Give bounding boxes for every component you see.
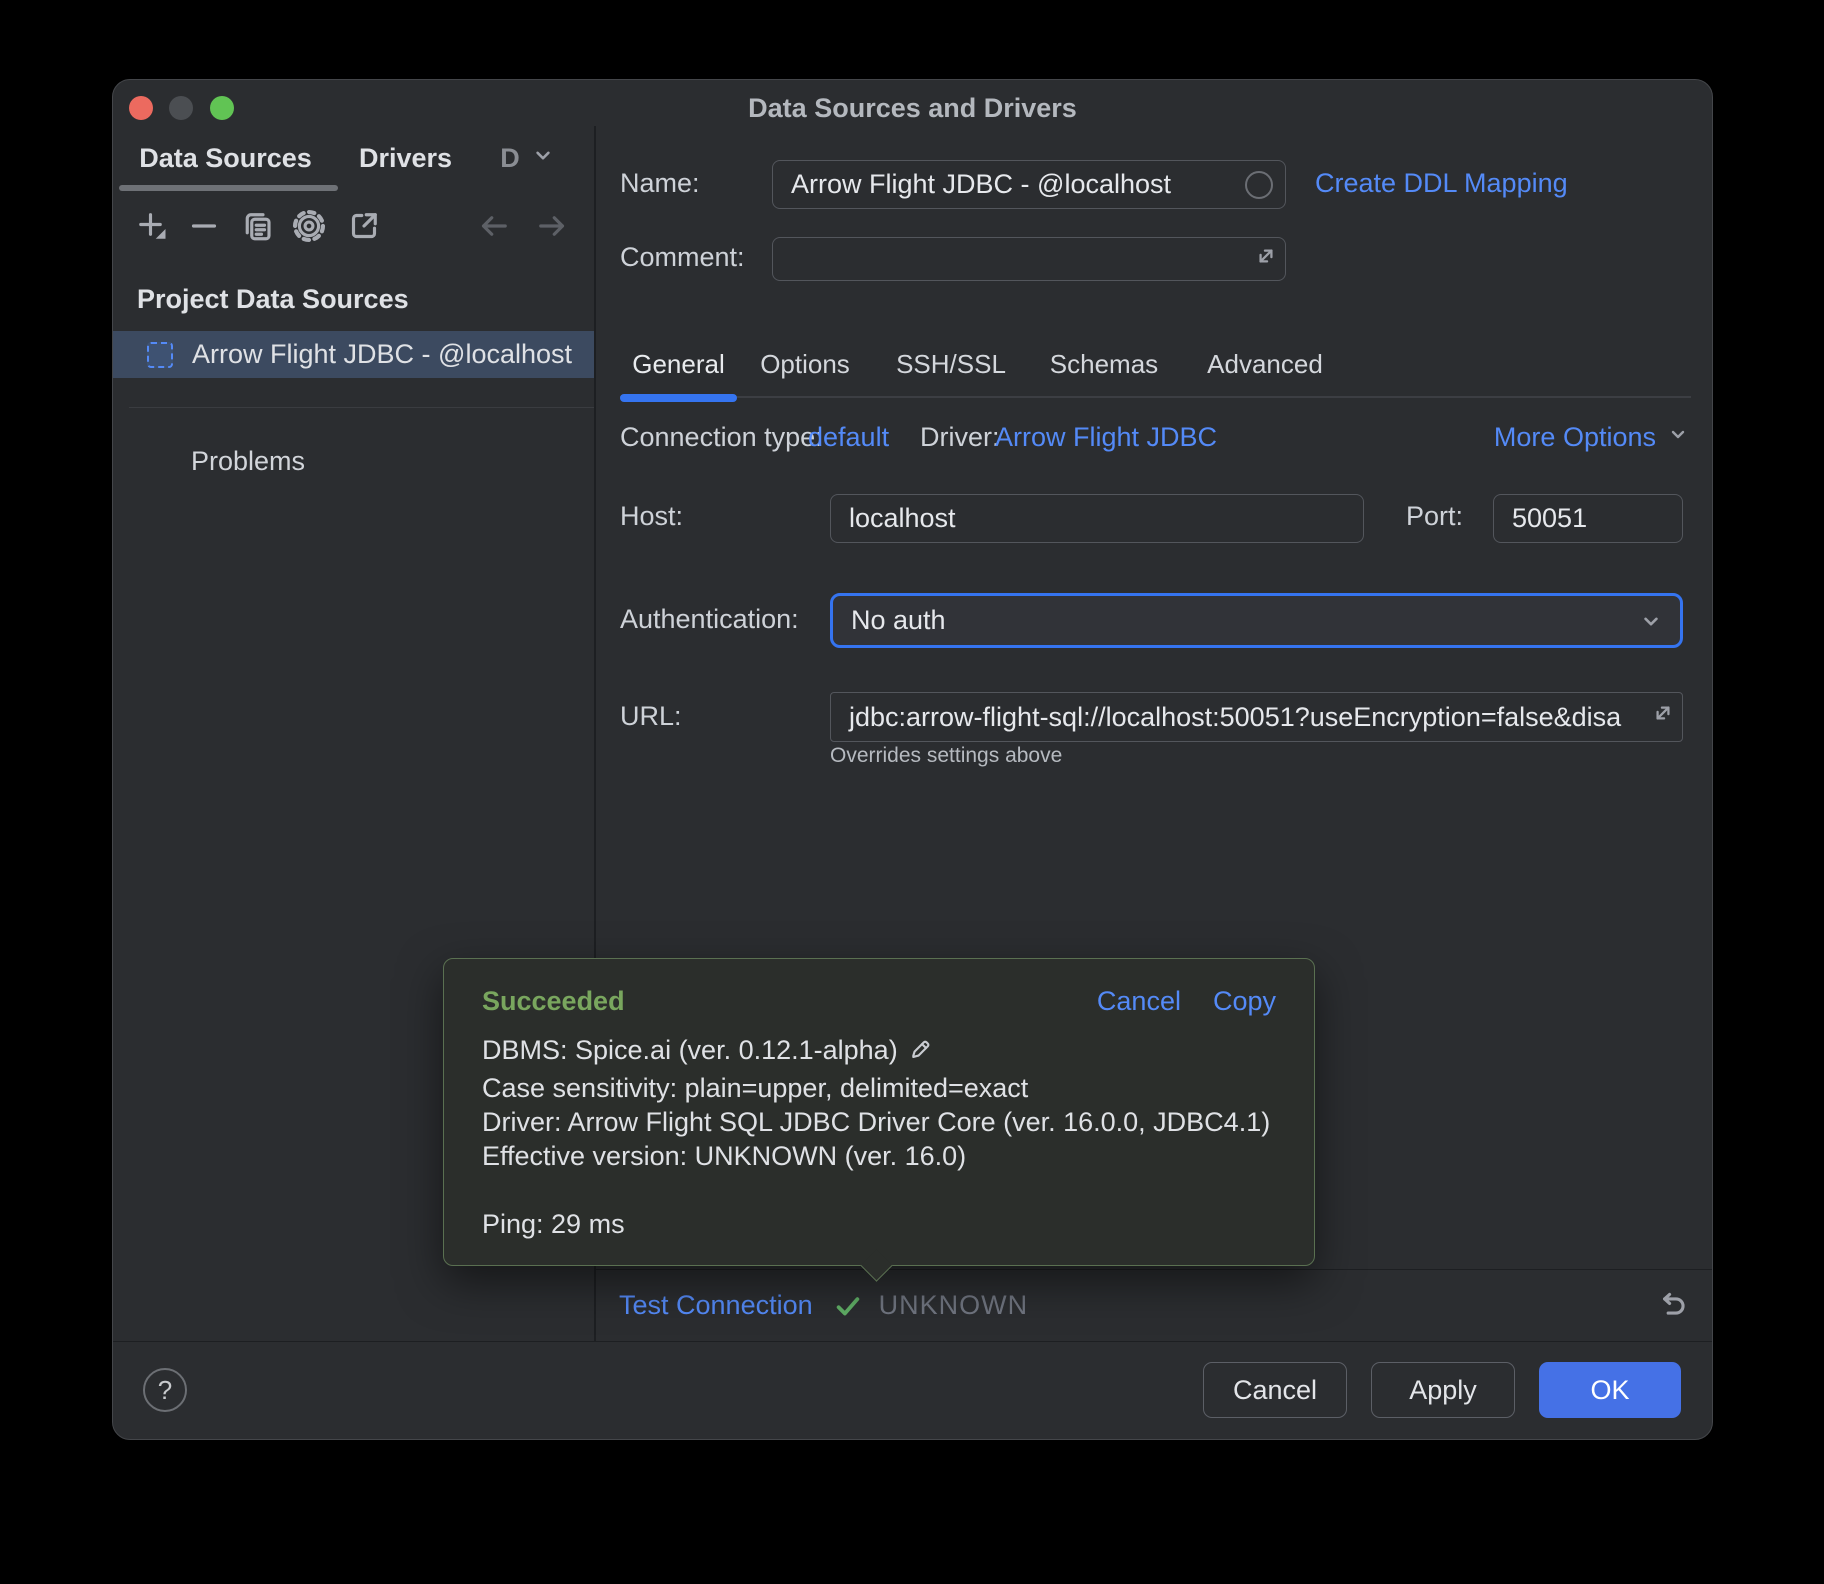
status-succeeded: Succeeded [482, 986, 625, 1017]
back-arrow-icon[interactable] [474, 206, 514, 246]
connection-type-value-link[interactable]: default [808, 422, 889, 453]
more-options-link[interactable]: More Options [1494, 422, 1690, 453]
port-label: Port: [1343, 501, 1463, 532]
url-hint: Overrides settings above [830, 744, 1062, 768]
tab-data-sources[interactable]: Data Sources [113, 126, 338, 190]
host-value: localhost [849, 503, 956, 534]
titlebar: Data Sources and Drivers [113, 80, 1712, 126]
popup-copy-link[interactable]: Copy [1213, 986, 1276, 1017]
port-input[interactable]: 50051 [1493, 494, 1683, 543]
url-label: URL: [620, 701, 682, 732]
duplicate-icon[interactable] [237, 206, 277, 246]
tab-ssh-ssl[interactable]: SSH/SSL [881, 349, 1021, 380]
host-input[interactable]: localhost [830, 494, 1364, 543]
tree-item-label: Arrow Flight JDBC - @localhost [192, 339, 572, 370]
sidebar-tab-strip: Data Sources Drivers D [113, 126, 594, 190]
tab-options[interactable]: Options [745, 349, 865, 380]
tab-drivers[interactable]: Drivers [338, 126, 473, 190]
cancel-button[interactable]: Cancel [1203, 1362, 1347, 1418]
popup-line-driver: Driver: Arrow Flight SQL JDBC Driver Cor… [482, 1105, 1276, 1139]
driver-label: Driver: [920, 422, 1000, 453]
create-ddl-mapping-link[interactable]: Create DDL Mapping [1315, 168, 1568, 199]
undo-icon[interactable] [1654, 1289, 1688, 1323]
checkmark-icon [833, 1291, 863, 1321]
comment-label: Comment: [620, 242, 745, 273]
dbms-text: DBMS: Spice.ai (ver. 0.12.1-alpha) [482, 1035, 898, 1065]
connection-status-text: UNKNOWN [879, 1290, 1029, 1321]
tab-schemas[interactable]: Schemas [1038, 349, 1170, 380]
window-title: Data Sources and Drivers [113, 93, 1712, 124]
test-connection-link[interactable]: Test Connection [619, 1290, 813, 1321]
sidebar-divider [129, 407, 594, 408]
export-icon[interactable] [344, 206, 384, 246]
host-label: Host: [620, 501, 683, 532]
sidebar-toolbar [113, 190, 594, 270]
port-value: 50051 [1512, 503, 1587, 534]
chevron-down-icon [1638, 608, 1664, 641]
ok-button[interactable]: OK [1539, 1362, 1681, 1418]
popup-line-ping: Ping: 29 ms [482, 1207, 1276, 1241]
active-settings-tab-indicator [620, 394, 737, 402]
url-value: jdbc:arrow-flight-sql://localhost:50051?… [849, 702, 1621, 733]
chevron-down-icon [530, 142, 556, 175]
settings-tab-strip: General Options SSH/SSL Schemas Advanced [620, 332, 1691, 398]
refresh-circle-icon [1245, 171, 1273, 199]
authentication-value: No auth [851, 605, 946, 636]
remove-icon[interactable] [184, 206, 224, 246]
popup-line-version: Effective version: UNKNOWN (ver. 16.0) [482, 1139, 1276, 1173]
tab-advanced[interactable]: Advanced [1193, 349, 1337, 380]
popup-line-dbms: DBMS: Spice.ai (ver. 0.12.1-alpha) [482, 1033, 1276, 1071]
connection-type-row: Connection type: default Driver: Arrow F… [620, 422, 1690, 454]
test-connection-row: Test Connection UNKNOWN [595, 1270, 1712, 1341]
tab-ddl-truncated[interactable]: D [478, 126, 578, 190]
popup-cancel-link[interactable]: Cancel [1097, 986, 1181, 1017]
chevron-down-icon [1666, 422, 1690, 453]
tree-item-arrow-flight[interactable]: Arrow Flight JDBC - @localhost [113, 331, 594, 378]
name-label: Name: [620, 168, 700, 199]
expand-icon[interactable] [1253, 243, 1279, 276]
comment-input[interactable] [772, 237, 1286, 281]
add-icon[interactable] [132, 206, 172, 246]
popup-body: DBMS: Spice.ai (ver. 0.12.1-alpha) Case … [482, 1033, 1276, 1241]
project-data-sources-header: Project Data Sources [137, 284, 409, 315]
connection-type-label: Connection type: [620, 422, 823, 453]
tab-general[interactable]: General [620, 349, 737, 380]
popup-gap [482, 1173, 1276, 1207]
settings-gear-icon[interactable] [289, 206, 329, 246]
popup-line-case: Case sensitivity: plain=upper, delimited… [482, 1071, 1276, 1105]
apply-button[interactable]: Apply [1371, 1362, 1515, 1418]
popup-header: Succeeded Cancel Copy [482, 986, 1276, 1017]
authentication-select[interactable]: No auth [830, 593, 1683, 648]
name-value: Arrow Flight JDBC - @localhost [791, 169, 1171, 200]
name-input[interactable]: Arrow Flight JDBC - @localhost [772, 160, 1286, 209]
tab-ddl-label: D [500, 143, 520, 174]
tab-data-sources-label: Data Sources [139, 143, 312, 174]
driver-value-link[interactable]: Arrow Flight JDBC [995, 422, 1217, 453]
pencil-edit-icon[interactable] [906, 1036, 933, 1071]
problems-section[interactable]: Problems [191, 446, 305, 477]
test-connection-popup: Succeeded Cancel Copy DBMS: Spice.ai (ve… [443, 958, 1315, 1266]
help-button[interactable]: ? [143, 1368, 187, 1412]
tab-drivers-label: Drivers [359, 143, 452, 174]
dialog-window: Data Sources and Drivers Data Sources Dr… [112, 79, 1713, 1440]
authentication-label: Authentication: [620, 604, 799, 635]
bottom-bar: ? Cancel Apply OK [113, 1341, 1712, 1438]
url-input[interactable]: jdbc:arrow-flight-sql://localhost:50051?… [830, 692, 1683, 742]
expand-icon[interactable] [1650, 700, 1676, 733]
forward-arrow-icon[interactable] [532, 206, 572, 246]
more-options-label: More Options [1494, 422, 1656, 453]
data-source-icon [147, 342, 173, 368]
